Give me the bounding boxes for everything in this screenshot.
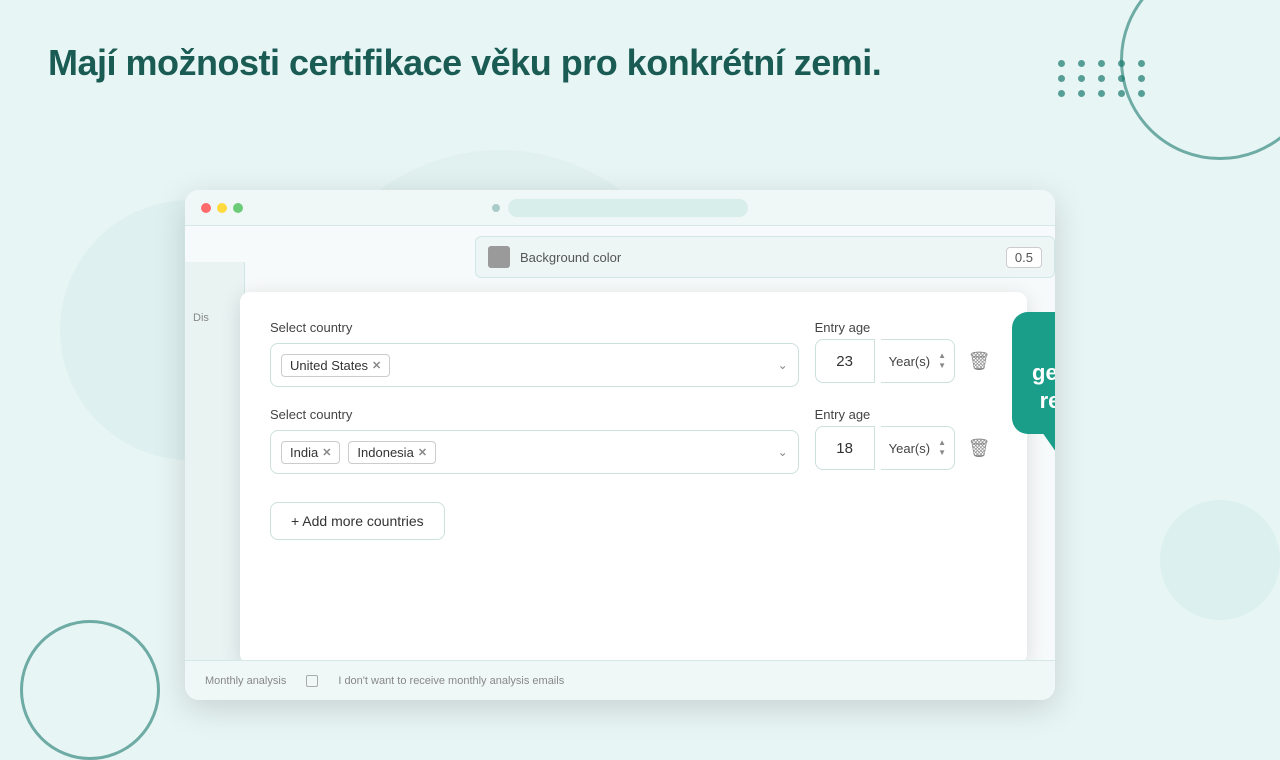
decorative-circle-bottom-left bbox=[20, 620, 160, 760]
monthly-analysis-check-label: I don't want to receive monthly analysis… bbox=[338, 675, 564, 687]
age-unit-2[interactable]: Year(s) ▲ ▼ bbox=[881, 426, 955, 470]
select-arrow-1: ⌄ bbox=[778, 358, 788, 372]
age-spinner-1[interactable]: ▲ ▼ bbox=[938, 352, 946, 370]
background-color-row: Background color 0.5 bbox=[475, 236, 1055, 278]
country-tag-us-close[interactable]: ✕ bbox=[372, 359, 381, 372]
age-number-2[interactable]: 18 bbox=[815, 426, 875, 470]
geo-row-2: Select country India ✕ Indonesia ✕ ⌄ bbox=[270, 407, 997, 474]
age-up-2[interactable]: ▲ bbox=[938, 439, 946, 447]
color-swatch[interactable] bbox=[488, 246, 510, 268]
country-tag-india-close[interactable]: ✕ bbox=[322, 446, 331, 459]
country-tag-india: India ✕ bbox=[281, 441, 340, 464]
age-down-2[interactable]: ▼ bbox=[938, 449, 946, 457]
country-tag-india-label: India bbox=[290, 445, 318, 460]
url-bar[interactable] bbox=[508, 199, 748, 217]
dots-grid bbox=[1058, 60, 1150, 97]
entry-age-container-2: Entry age 18 Year(s) ▲ ▼ 🗑 bbox=[815, 407, 997, 470]
entry-age-inputs-2: 18 Year(s) ▲ ▼ 🗑 bbox=[815, 426, 997, 470]
entry-age-label-1: Entry age bbox=[815, 320, 997, 335]
age-down-1[interactable]: ▼ bbox=[938, 362, 946, 370]
entry-age-inputs-1: 23 Year(s) ▲ ▼ 🗑 bbox=[815, 339, 997, 383]
browser-window: Background color 0.5 Dis Set up geograph… bbox=[185, 190, 1055, 700]
age-spinner-2[interactable]: ▲ ▼ bbox=[938, 439, 946, 457]
monthly-analysis-checkbox[interactable] bbox=[306, 675, 318, 687]
nav-dot bbox=[492, 204, 500, 212]
geo-restrictions-modal: Set up geographical restrictions Select … bbox=[240, 292, 1027, 664]
close-icon[interactable] bbox=[201, 203, 211, 213]
country-tag-us: United States ✕ bbox=[281, 354, 390, 377]
speech-bubble-tooltip: Set up geographical restrictions bbox=[1012, 312, 1055, 434]
age-up-1[interactable]: ▲ bbox=[938, 352, 946, 360]
page-heading: Mají možnosti certifikace věku pro konkr… bbox=[48, 42, 881, 84]
delete-row-1[interactable]: 🗑 bbox=[961, 339, 997, 383]
select-country-label-1: Select country bbox=[270, 320, 799, 335]
country-tag-indonesia-close[interactable]: ✕ bbox=[418, 446, 427, 459]
delete-row-2[interactable]: 🗑 bbox=[961, 426, 997, 470]
age-unit-1[interactable]: Year(s) ▲ ▼ bbox=[881, 339, 955, 383]
country-select-2[interactable]: India ✕ Indonesia ✕ ⌄ bbox=[270, 430, 799, 474]
country-tag-us-label: United States bbox=[290, 358, 368, 373]
select-country-label-2: Select country bbox=[270, 407, 799, 422]
entry-age-container-1: Entry age 23 Year(s) ▲ ▼ 🗑 bbox=[815, 320, 997, 383]
bottom-bar: Monthly analysis I don't want to receive… bbox=[185, 660, 1055, 700]
monthly-analysis-label: Monthly analysis bbox=[205, 675, 286, 687]
select-arrow-2: ⌄ bbox=[778, 445, 788, 459]
country-tag-indonesia-label: Indonesia bbox=[357, 445, 413, 460]
inner-panel: Background color 0.5 Dis Set up geograph… bbox=[185, 226, 1055, 700]
country-select-1[interactable]: United States ✕ ⌄ bbox=[270, 343, 799, 387]
age-number-1[interactable]: 23 bbox=[815, 339, 875, 383]
add-more-countries-button[interactable]: + Add more countries bbox=[270, 502, 445, 540]
left-sidebar: Dis bbox=[185, 262, 245, 700]
country-tag-indonesia: Indonesia ✕ bbox=[348, 441, 436, 464]
geo-row-1: Select country United States ✕ ⌄ Entry a… bbox=[270, 320, 997, 387]
entry-age-label-2: Entry age bbox=[815, 407, 997, 422]
sidebar-dis-label: Dis bbox=[193, 312, 209, 324]
decorative-circle-mid-right bbox=[1160, 500, 1280, 620]
background-color-label: Background color bbox=[520, 250, 996, 265]
opacity-value: 0.5 bbox=[1006, 247, 1042, 268]
speech-bubble-text: Set up geographical restrictions bbox=[1032, 331, 1055, 413]
maximize-icon[interactable] bbox=[233, 203, 243, 213]
browser-window-controls bbox=[201, 203, 243, 213]
browser-toolbar bbox=[185, 190, 1055, 226]
minimize-icon[interactable] bbox=[217, 203, 227, 213]
